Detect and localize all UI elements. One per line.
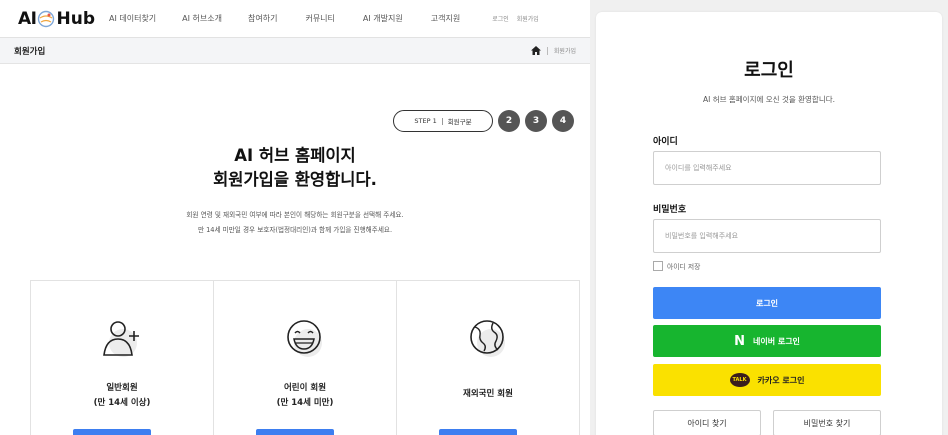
nav-community[interactable]: 커뮤니티 — [305, 13, 334, 24]
welcome-desc-line-1: 회원 연령 및 재외국민 여부에 따라 본인이 해당하는 회원구분을 선택해 주… — [186, 211, 404, 219]
card-overseas-select-button[interactable] — [439, 429, 517, 435]
welcome-heading-2: 회원가입을 환영합니다. — [213, 170, 377, 189]
member-type-cards: 일반회원 (만 14세 이상) 어린이 회원 (만 14세 미만) 재외국민 회… — [30, 280, 580, 435]
card-child-subtitle: (만 14세 미만) — [276, 398, 334, 408]
logo-text-hub: Hub — [56, 8, 95, 29]
aihub-logo[interactable]: AI Hub — [18, 9, 95, 29]
welcome-description: 회원 연령 및 재외국민 여부에 따라 본인이 해당하는 회원구분을 선택해 주… — [0, 208, 590, 238]
card-general-member[interactable]: 일반회원 (만 14세 이상) — [30, 280, 214, 435]
main-menu: AI 데이터찾기 AI 허브소개 참여하기 커뮤니티 AI 개발지원 고객지원 — [109, 13, 460, 24]
card-overseas-label: 재외국민 회원 — [397, 387, 579, 402]
id-input[interactable]: 아이디를 입력해주세요 — [653, 151, 881, 185]
card-general-title: 일반회원 — [106, 383, 138, 393]
login-panel: 로그인 AI 허브 홈페이지에 오신 것을 환영합니다. 아이디 아이디를 입력… — [596, 12, 942, 435]
card-general-select-button[interactable] — [73, 429, 151, 435]
smile-face-icon — [287, 320, 322, 357]
naver-login-button[interactable]: N 네이버 로그인 — [653, 325, 881, 357]
naver-login-label: 네이버 로그인 — [752, 336, 800, 346]
nav-customer-support[interactable]: 고객지원 — [431, 13, 460, 24]
welcome-desc-line-2: 만 14세 미만일 경우 보호자(법정대리인)과 함께 가입을 진행해주세요. — [197, 226, 393, 234]
signup-page: AI Hub AI 데이터찾기 AI 허브소개 참여하기 커뮤니티 AI 개발지… — [0, 0, 590, 435]
kakao-talk-icon: TALK — [729, 373, 750, 387]
step-4: 4 — [552, 110, 574, 132]
screen: AI Hub AI 데이터찾기 AI 허브소개 참여하기 커뮤니티 AI 개발지… — [0, 0, 948, 435]
kakao-login-label: 카카오 로그인 — [757, 375, 805, 385]
person-add-icon — [103, 321, 139, 357]
id-input-placeholder: 아이디를 입력해주세요 — [665, 164, 732, 172]
nav-signup-link[interactable]: 회원가입 — [517, 14, 539, 23]
logo-text-ai: AI — [18, 8, 37, 29]
auth-links: 로그인 회원가입 — [492, 14, 539, 23]
login-title: 로그인 — [744, 60, 794, 81]
password-label: 비밀번호 — [653, 205, 687, 215]
find-password-button[interactable]: 비밀번호 찾기 — [773, 410, 881, 435]
login-subtitle: AI 허브 홈페이지에 오신 것을 환영합니다. — [702, 95, 836, 104]
top-navigation: AI Hub AI 데이터찾기 AI 허브소개 참여하기 커뮤니티 AI 개발지… — [0, 0, 590, 38]
breadcrumb-current: 회원가입 — [553, 48, 576, 55]
nav-participate[interactable]: 참여하기 — [248, 13, 277, 24]
save-id-checkbox[interactable] — [653, 261, 663, 271]
login-button-label: 로그인 — [755, 298, 779, 308]
breadcrumb-divider — [546, 46, 548, 55]
find-password-label: 비밀번호 찾기 — [803, 418, 851, 428]
globe-icon — [470, 320, 505, 357]
breadcrumb: 회원가입 — [530, 46, 576, 55]
card-overseas-member[interactable]: 재외국민 회원 — [396, 280, 580, 435]
welcome-section: AI 허브 홈페이지 회원가입을 환영합니다. 회원 연령 및 재외국민 여부에… — [0, 144, 590, 238]
card-general-subtitle: (만 14세 이상) — [93, 398, 151, 408]
nav-login-link[interactable]: 로그인 — [492, 14, 509, 23]
card-child-select-button[interactable] — [256, 429, 334, 435]
step-current-number: STEP 1 — [414, 117, 437, 125]
step-2: 2 — [498, 110, 520, 132]
card-child-label: 어린이 회원 (만 14세 미만) — [214, 381, 396, 411]
naver-logo-icon: N — [734, 333, 745, 349]
id-label: 아이디 — [653, 137, 678, 147]
card-child-title: 어린이 회원 — [283, 383, 327, 393]
card-child-member[interactable]: 어린이 회원 (만 14세 미만) — [213, 280, 397, 435]
find-id-label: 아이디 찾기 — [687, 418, 727, 428]
page-title: 회원가입 — [14, 46, 46, 57]
kakao-login-button[interactable]: TALK 카카오 로그인 — [653, 364, 881, 396]
step-divider — [441, 117, 443, 125]
page-title-bar: 회원가입 회원가입 — [0, 38, 590, 64]
step-current: STEP 1 회원구분 — [393, 110, 493, 132]
logo-globe-icon — [38, 10, 55, 27]
signup-steps: STEP 1 회원구분 2 3 4 — [393, 110, 574, 132]
nav-about[interactable]: AI 허브소개 — [182, 13, 222, 24]
save-id-checkbox-row[interactable]: 아이디 저장 — [653, 261, 700, 271]
welcome-heading-1: AI 허브 홈페이지 — [234, 146, 356, 165]
login-button[interactable]: 로그인 — [653, 287, 881, 319]
card-general-label: 일반회원 (만 14세 이상) — [31, 381, 213, 411]
find-id-button[interactable]: 아이디 찾기 — [653, 410, 761, 435]
home-icon[interactable] — [530, 46, 541, 55]
step-3: 3 — [525, 110, 547, 132]
password-input[interactable]: 비밀번호를 입력해주세요 — [653, 219, 881, 253]
card-overseas-title: 재외국민 회원 — [463, 389, 513, 399]
password-input-placeholder: 비밀번호를 입력해주세요 — [665, 232, 739, 240]
save-id-label: 아이디 저장 — [667, 263, 701, 271]
nav-dev-support[interactable]: AI 개발지원 — [363, 13, 403, 24]
nav-ai-data[interactable]: AI 데이터찾기 — [109, 13, 156, 24]
step-current-name: 회원구분 — [447, 118, 472, 126]
